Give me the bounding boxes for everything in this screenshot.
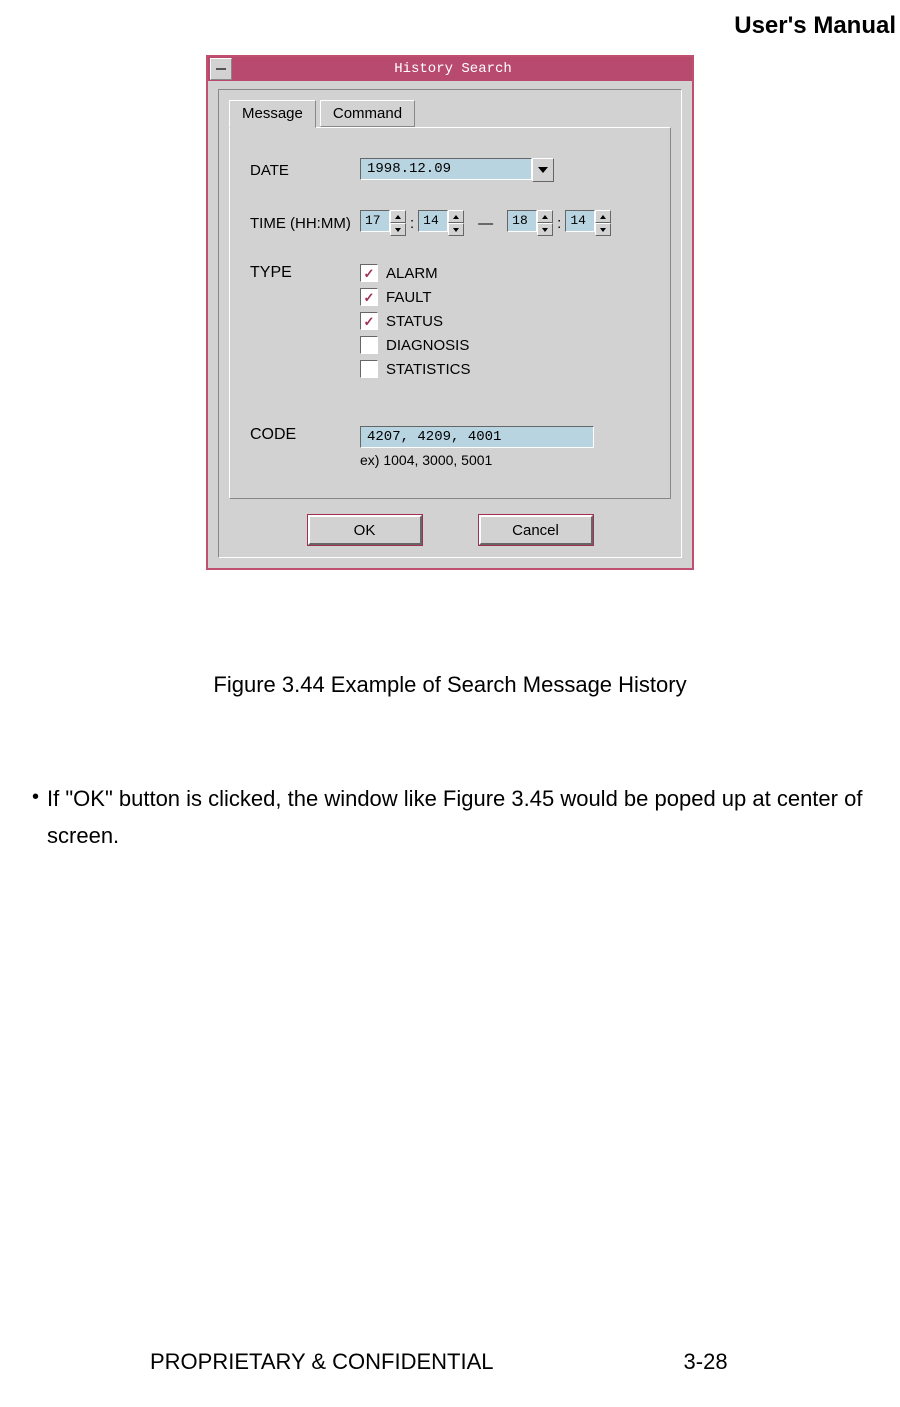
- spin-down-button[interactable]: [448, 223, 464, 236]
- range-separator: —: [478, 215, 493, 232]
- colon-2: :: [557, 215, 561, 232]
- up-arrow-icon: [600, 215, 606, 219]
- code-label: CODE: [250, 426, 360, 444]
- type-label-text: FAULT: [386, 289, 432, 306]
- checkbox-status[interactable]: ✓: [360, 312, 378, 330]
- dialog-body: Message Command DATE 1998.12.09: [208, 81, 692, 568]
- colon-1: :: [410, 215, 414, 232]
- date-label: DATE: [250, 162, 360, 179]
- page-footer: PROPRIETARY & CONFIDENTIAL 3-28: [0, 1349, 900, 1375]
- check-icon: ✓: [364, 315, 375, 328]
- time-from-minute: 14: [418, 210, 464, 236]
- tabbar: Message Command: [219, 90, 681, 127]
- code-row: CODE 4207, 4209, 4001 ex) 1004, 3000, 50…: [250, 426, 650, 468]
- history-search-dialog: History Search Message Command DATE 1998…: [206, 55, 694, 570]
- type-label-text: STATUS: [386, 313, 443, 330]
- system-menu-button[interactable]: [210, 58, 232, 80]
- spin-down-button[interactable]: [537, 223, 553, 236]
- type-item-alarm: ✓ ALARM: [360, 264, 470, 282]
- footer-page-number: 3-28: [684, 1349, 728, 1375]
- date-field: 1998.12.09: [360, 158, 554, 182]
- time-to-minute: 14: [565, 210, 611, 236]
- check-icon: ✓: [364, 291, 375, 304]
- date-input[interactable]: 1998.12.09: [360, 158, 532, 180]
- spin-up-button[interactable]: [390, 210, 406, 223]
- down-arrow-icon: [542, 228, 548, 232]
- type-label-text: DIAGNOSIS: [386, 337, 469, 354]
- type-row: TYPE ✓ ALARM ✓ FAULT ✓: [250, 264, 650, 378]
- spin-up-button[interactable]: [537, 210, 553, 223]
- page-header: User's Manual: [734, 12, 896, 40]
- check-icon: ✓: [364, 267, 375, 280]
- down-arrow-icon: [395, 228, 401, 232]
- dash-icon: [216, 68, 226, 70]
- time-label: TIME (HH:MM): [250, 215, 360, 232]
- ok-button[interactable]: OK: [308, 515, 422, 545]
- spin-down-button[interactable]: [595, 223, 611, 236]
- dialog-figure: History Search Message Command DATE 1998…: [206, 55, 694, 570]
- titlebar: History Search: [208, 57, 692, 81]
- inner-frame: Message Command DATE 1998.12.09: [218, 89, 682, 558]
- code-input[interactable]: 4207, 4209, 4001: [360, 426, 594, 448]
- time-to-minute-input[interactable]: 14: [565, 210, 595, 232]
- time-from-hour-input[interactable]: 17: [360, 210, 390, 232]
- type-label: TYPE: [250, 264, 360, 282]
- footer-confidential: PROPRIETARY & CONFIDENTIAL: [150, 1349, 494, 1375]
- code-hint: ex) 1004, 3000, 5001: [360, 452, 594, 468]
- type-label-text: STATISTICS: [386, 361, 470, 378]
- date-dropdown-button[interactable]: [532, 158, 554, 182]
- type-list: ✓ ALARM ✓ FAULT ✓ STATUS: [360, 264, 470, 378]
- tab-command[interactable]: Command: [320, 100, 415, 127]
- checkbox-diagnosis[interactable]: [360, 336, 378, 354]
- checkbox-fault[interactable]: ✓: [360, 288, 378, 306]
- time-to-hour-input[interactable]: 18: [507, 210, 537, 232]
- tab-panel-message: DATE 1998.12.09 TIME (HH:MM) 17: [229, 127, 671, 499]
- chevron-down-icon: [538, 167, 548, 173]
- up-arrow-icon: [453, 215, 459, 219]
- body-paragraph: • If "OK" button is clicked, the window …: [32, 780, 890, 855]
- date-row: DATE 1998.12.09: [250, 158, 650, 182]
- type-item-diagnosis: DIAGNOSIS: [360, 336, 470, 354]
- type-item-statistics: STATISTICS: [360, 360, 470, 378]
- titlebar-text: History Search: [234, 61, 692, 77]
- spin-up-button[interactable]: [448, 210, 464, 223]
- body-para-text: If "OK" button is clicked, the window li…: [47, 780, 890, 855]
- time-from-hour: 17: [360, 210, 406, 236]
- cancel-button[interactable]: Cancel: [479, 515, 593, 545]
- figure-caption: Figure 3.44 Example of Search Message Hi…: [0, 672, 900, 698]
- tab-message[interactable]: Message: [229, 100, 316, 128]
- checkbox-statistics[interactable]: [360, 360, 378, 378]
- down-arrow-icon: [453, 228, 459, 232]
- type-item-status: ✓ STATUS: [360, 312, 470, 330]
- time-to-hour: 18: [507, 210, 553, 236]
- spin-down-button[interactable]: [390, 223, 406, 236]
- up-arrow-icon: [542, 215, 548, 219]
- type-item-fault: ✓ FAULT: [360, 288, 470, 306]
- down-arrow-icon: [600, 228, 606, 232]
- time-from-minute-input[interactable]: 14: [418, 210, 448, 232]
- button-row: OK Cancel: [219, 509, 681, 557]
- time-row: TIME (HH:MM) 17 : 14: [250, 210, 650, 236]
- checkbox-alarm[interactable]: ✓: [360, 264, 378, 282]
- up-arrow-icon: [395, 215, 401, 219]
- bullet-icon: •: [32, 780, 39, 855]
- spin-up-button[interactable]: [595, 210, 611, 223]
- type-label-text: ALARM: [386, 265, 438, 282]
